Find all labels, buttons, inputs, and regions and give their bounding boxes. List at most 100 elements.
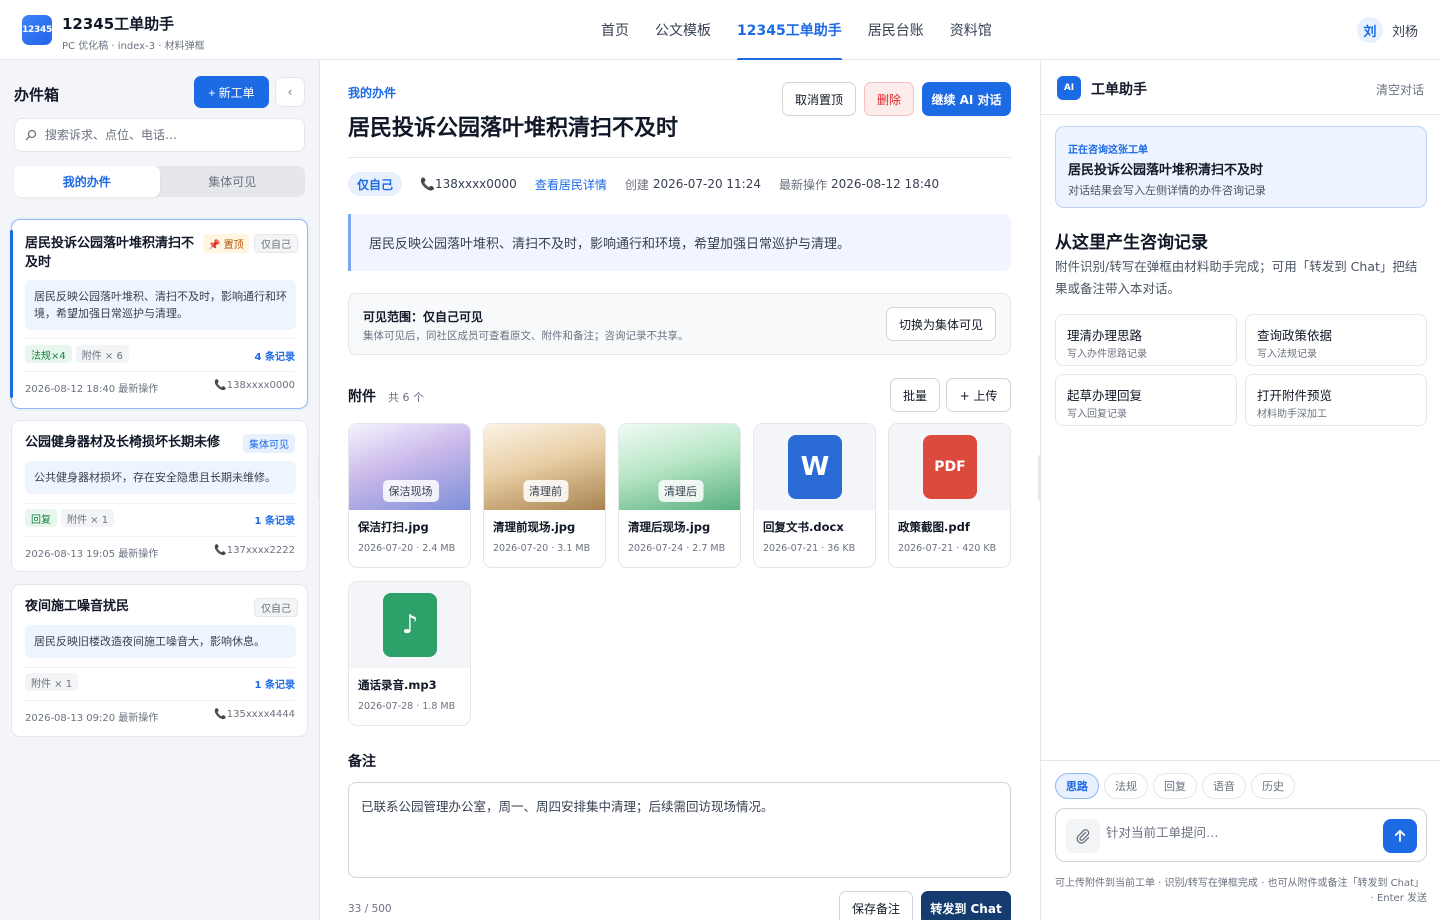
tab-my-tickets[interactable]: 我的办件 — [14, 166, 160, 197]
thumbnail-label: 清理后 — [658, 480, 703, 502]
ticket-detail: 我的办件 居民投诉公园落叶堆积清扫不及时 取消置顶 删除 继续 AI 对话 仅自… — [320, 60, 1040, 920]
assistant-title: 工单助手 — [1091, 82, 1147, 98]
delete-button[interactable]: 删除 — [864, 82, 914, 116]
inbox-panel: 办件箱 + 新工单 ‹ 我的办件 集体可见 居民投诉公园落叶堆积清扫不及时 📌 … — [0, 60, 320, 920]
continue-ai-chat-button[interactable]: 继续 AI 对话 — [922, 82, 1011, 116]
phone-number: 📞137xxxx2222 — [214, 545, 295, 556]
chat-mode-tabs: 思路 法规 回复 语音 历史 — [1055, 773, 1295, 799]
ticket-card[interactable]: 公园健身器材及长椅损坏长期未修 集体可见 公共健身器材损坏，存在安全隐患且长期未… — [11, 420, 308, 572]
tab-voice[interactable]: 语音 — [1202, 773, 1246, 799]
chevron-left-icon: ‹ — [287, 85, 293, 99]
divider — [25, 667, 294, 668]
search-input[interactable] — [45, 128, 285, 142]
ticket-tags: 回复 附件 × 1 — [25, 509, 118, 527]
nav-item-ticket-assistant[interactable]: 12345工单助手 — [724, 0, 855, 61]
user-name[interactable]: 刘杨 — [1392, 21, 1418, 40]
ticket-title: 夜间施工噪音扰民 — [25, 599, 130, 614]
tab-shared[interactable]: 集体可见 — [160, 166, 306, 197]
hint-line: 可上传附件到当前工单 · 识别/转写在弹框完成 · 也可从附件或备注「转发到 C… — [1055, 878, 1424, 889]
nav-item-home[interactable]: 首页 — [588, 0, 642, 60]
quick-action-subtitle: 写入回复记录 — [1067, 409, 1127, 420]
ticket-tags: 法规×4 附件 × 6 — [25, 345, 133, 363]
attachment-name: 通话录音.mp3 — [358, 678, 437, 692]
quick-action-title: 起草办理回复 — [1067, 388, 1143, 403]
quick-action-open-preview[interactable]: 打开附件预览 材料助手深加工 — [1245, 374, 1427, 426]
divider — [25, 536, 294, 537]
thumbnail-label: 清理前 — [523, 480, 568, 502]
record-count[interactable]: 1 条记录 — [255, 676, 295, 691]
record-count[interactable]: 1 条记录 — [255, 512, 295, 527]
tab-reply[interactable]: 回复 — [1153, 773, 1197, 799]
collapse-panel-button[interactable]: ‹ — [275, 77, 305, 107]
attachment-card[interactable]: PDF 政策截图.pdf 2026-07-21 · 420 KB — [888, 423, 1011, 568]
save-notes-button[interactable]: 保存备注 — [839, 891, 913, 920]
tag-reply: 回复 — [25, 509, 57, 527]
batch-button[interactable]: 批量 — [890, 378, 940, 412]
nav-item-library[interactable]: 资料馆 — [937, 0, 1005, 60]
tab-approach[interactable]: 思路 — [1055, 773, 1099, 799]
chat-input[interactable] — [1106, 825, 1366, 840]
send-button[interactable] — [1383, 819, 1417, 853]
app-subtitle: PC 优化稿 · index-3 · 材料弹框 — [62, 41, 205, 52]
record-count[interactable]: 4 条记录 — [255, 348, 295, 363]
attachments-title: 附件 — [348, 389, 376, 405]
quick-action-policy-search[interactable]: 查询政策依据 写入法规记录 — [1245, 314, 1427, 366]
ticket-title: 居民投诉公园落叶堆积清扫不 及时 — [25, 236, 195, 270]
attachment-card[interactable]: 清理后 清理后现场.jpg 2026-07-24 · 2.7 MB — [618, 423, 741, 568]
notes-textarea[interactable]: 已联系公园管理办公室，周一、周四安排集中清理；后续需回访现场情况。 — [348, 782, 1011, 878]
attachment-card[interactable]: 清理前 清理前现场.jpg 2026-07-20 · 3.1 MB — [483, 423, 606, 568]
breadcrumb[interactable]: 我的办件 — [348, 84, 396, 101]
visibility-badge: 仅自己 — [254, 234, 298, 253]
quick-action-draft-reply[interactable]: 起草办理回复 写入回复记录 — [1055, 374, 1237, 426]
unpin-button[interactable]: 取消置顶 — [782, 82, 856, 116]
pinned-badge: 📌 置顶 — [203, 234, 249, 253]
file-thumbnail: W — [754, 424, 875, 510]
attachment-meta: 2026-07-24 · 2.7 MB — [628, 543, 726, 554]
ticket-summary: 居民反映旧楼改造夜间施工噪音大，影响休息。 — [25, 625, 296, 658]
divider — [348, 157, 1011, 158]
tag-attachments: 附件 × 1 — [25, 673, 79, 691]
nav-item-resident-ledger[interactable]: 居民台账 — [855, 0, 937, 60]
resident-detail-link[interactable]: 查看居民详情 — [535, 176, 607, 193]
inbox-tabs: 我的办件 集体可见 — [14, 166, 305, 197]
last-updated: 2026-08-12 18:40 最新操作 — [25, 384, 159, 395]
quick-action-subtitle: 写入办件思路记录 — [1067, 349, 1147, 360]
divider — [25, 700, 294, 701]
visibility-badge: 集体可见 — [243, 434, 295, 453]
upload-button[interactable]: + 上传 — [946, 378, 1011, 412]
switch-visibility-button[interactable]: 切换为集体可见 — [886, 307, 996, 341]
forward-to-chat-button[interactable]: 转发到 Chat — [921, 891, 1011, 920]
attachment-card[interactable]: W 回复文书.docx 2026-07-21 · 36 KB — [753, 423, 876, 568]
page-title: 居民投诉公园落叶堆积清扫不及时 — [348, 116, 679, 141]
last-updated: 2026-08-13 09:20 最新操作 — [25, 713, 159, 724]
new-ticket-button[interactable]: + 新工单 — [194, 76, 269, 108]
attachment-meta: 2026-07-28 · 1.8 MB — [358, 701, 456, 712]
file-thumbnail: ♪ — [349, 582, 470, 668]
attachment-card[interactable]: ♪ 通话录音.mp3 2026-07-28 · 1.8 MB — [348, 581, 471, 726]
quick-action-subtitle: 材料助手深加工 — [1257, 409, 1327, 420]
context-title: 居民投诉公园落叶堆积清扫不及时 — [1068, 163, 1264, 178]
scope-badge: 仅自己 — [348, 172, 403, 196]
divider — [25, 371, 294, 372]
scope-title: 可见范围：仅自己可见 — [363, 310, 484, 324]
search-icon — [25, 129, 37, 141]
ticket-card[interactable]: 居民投诉公园落叶堆积清扫不 及时 📌 置顶 仅自己 居民反映公园落叶堆积、清扫不及… — [10, 219, 308, 409]
nav-item-templates[interactable]: 公文模板 — [642, 0, 724, 60]
tab-history[interactable]: 历史 — [1251, 773, 1295, 799]
app-logo[interactable]: 12345 — [22, 15, 52, 45]
ticket-card[interactable]: 夜间施工噪音扰民 仅自己 居民反映旧楼改造夜间施工噪音大，影响休息。 附件 × … — [11, 584, 308, 737]
attachment-name: 回复文书.docx — [763, 520, 844, 534]
inbox-title: 办件箱 — [14, 86, 60, 104]
attach-button[interactable] — [1066, 819, 1100, 853]
quick-action-sort-approach[interactable]: 理清办理思路 写入办件思路记录 — [1055, 314, 1237, 366]
avatar[interactable]: 刘 — [1357, 17, 1383, 43]
thumbnail-label: 保洁现场 — [382, 480, 439, 502]
attachment-meta: 2026-07-21 · 36 KB — [763, 543, 856, 554]
attachment-name: 清理前现场.jpg — [493, 520, 576, 534]
audio-icon: ♪ — [383, 593, 437, 657]
clear-chat-button[interactable]: 清空对话 — [1376, 81, 1424, 98]
hint-line: · Enter 发送 — [1370, 893, 1427, 904]
attachment-card[interactable]: 保洁现场 保洁打扫.jpg 2026-07-20 · 2.4 MB — [348, 423, 471, 568]
image-thumbnail: 清理前 — [484, 424, 605, 510]
tab-law[interactable]: 法规 — [1104, 773, 1148, 799]
